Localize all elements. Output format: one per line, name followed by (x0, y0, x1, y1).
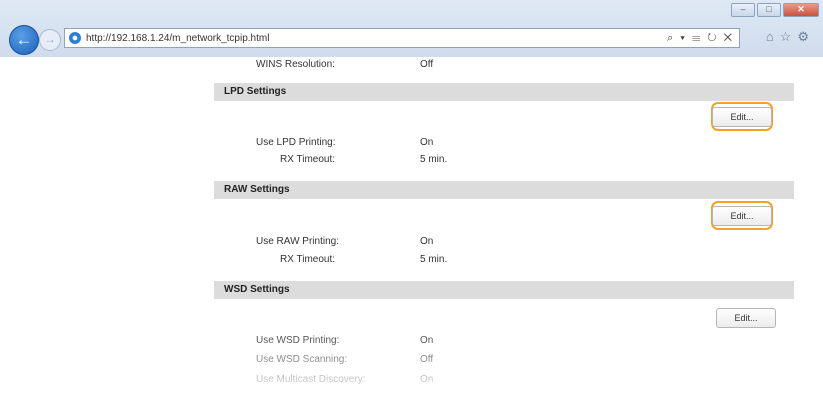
use-multicast-discovery-label: Use Multicast Discovery: (256, 374, 366, 385)
use-raw-printing-label: Use RAW Printing: (256, 236, 339, 247)
minimize-button[interactable]: – (731, 3, 755, 17)
address-tools-icon[interactable]: ⌕ ▾ ☰ ↻ ✕ (667, 32, 734, 45)
wins-resolution-value: Off (420, 59, 434, 70)
raw-edit-button[interactable]: Edit... (712, 206, 772, 226)
lpd-rx-timeout-value: 5 min. (420, 154, 448, 165)
lpd-settings-header: LPD Settings (214, 83, 794, 101)
lpd-rx-timeout-label: RX Timeout: (280, 154, 336, 165)
use-wsd-printing-value: On (420, 335, 434, 346)
use-lpd-printing-label: Use LPD Printing: (256, 137, 336, 148)
back-arrow-icon[interactable]: ← (9, 25, 39, 55)
close-window-button[interactable]: ✕ (783, 3, 819, 17)
use-lpd-printing-value: On (420, 137, 434, 148)
wsd-settings-header: WSD Settings (214, 281, 794, 299)
raw-rx-timeout-value: 5 min. (420, 254, 448, 265)
use-wsd-scanning-value: Off (420, 354, 434, 365)
section-title: LPD Settings (224, 86, 287, 97)
browser-chrome: – □ ✕ ← → http://192.168.1.24/m_network_… (0, 0, 823, 58)
raw-settings-header: RAW Settings (214, 181, 794, 199)
wsd-edit-button[interactable]: Edit... (716, 308, 776, 328)
settings-content: WINS Resolution: Off LPD Settings Edit..… (214, 57, 798, 396)
maximize-button[interactable]: □ (757, 3, 781, 17)
section-title: RAW Settings (224, 184, 290, 195)
url-text[interactable]: http://192.168.1.24/m_network_tcpip.html (86, 33, 269, 44)
address-bar[interactable]: http://192.168.1.24/m_network_tcpip.html… (64, 28, 740, 48)
wins-resolution-label: WINS Resolution: (256, 59, 335, 70)
use-wsd-printing-label: Use WSD Printing: (256, 335, 340, 346)
lpd-edit-button[interactable]: Edit... (712, 107, 772, 127)
site-icon (69, 32, 81, 44)
home-star-gear-icons[interactable]: ⌂☆⚙ (766, 29, 815, 45)
raw-rx-timeout-label: RX Timeout: (280, 254, 336, 265)
forward-arrow-icon[interactable]: → (39, 29, 61, 51)
section-title: WSD Settings (224, 284, 290, 295)
use-wsd-scanning-label: Use WSD Scanning: (256, 354, 348, 365)
web-page: WINS Resolution: Off LPD Settings Edit..… (0, 57, 823, 396)
use-raw-printing-value: On (420, 236, 434, 247)
use-multicast-discovery-value: On (420, 374, 434, 385)
window-controls: – □ ✕ (731, 3, 819, 17)
